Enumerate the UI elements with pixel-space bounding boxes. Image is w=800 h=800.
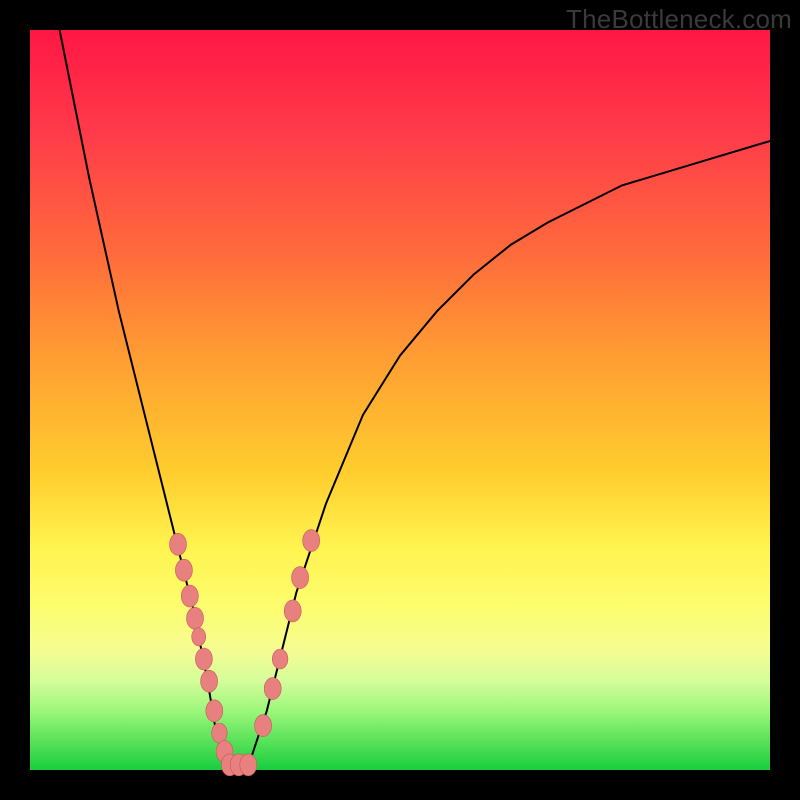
data-marker [187, 607, 204, 629]
bottleneck-curve [60, 30, 770, 770]
data-marker [170, 533, 187, 555]
data-marker [201, 670, 218, 692]
curve-svg [30, 30, 770, 770]
data-marker [303, 530, 320, 552]
chart-container: TheBottleneck.com [0, 0, 800, 800]
data-marker [195, 648, 212, 670]
data-marker [181, 585, 198, 607]
data-marker [272, 649, 288, 669]
data-marker [192, 628, 206, 646]
data-marker [264, 678, 281, 700]
plot-area [30, 30, 770, 770]
data-markers [170, 530, 320, 776]
data-marker [206, 700, 223, 722]
data-marker [240, 754, 257, 776]
data-marker [292, 567, 309, 589]
data-marker [175, 559, 192, 581]
data-marker [284, 600, 301, 622]
data-marker [212, 723, 228, 743]
data-marker [255, 715, 272, 737]
